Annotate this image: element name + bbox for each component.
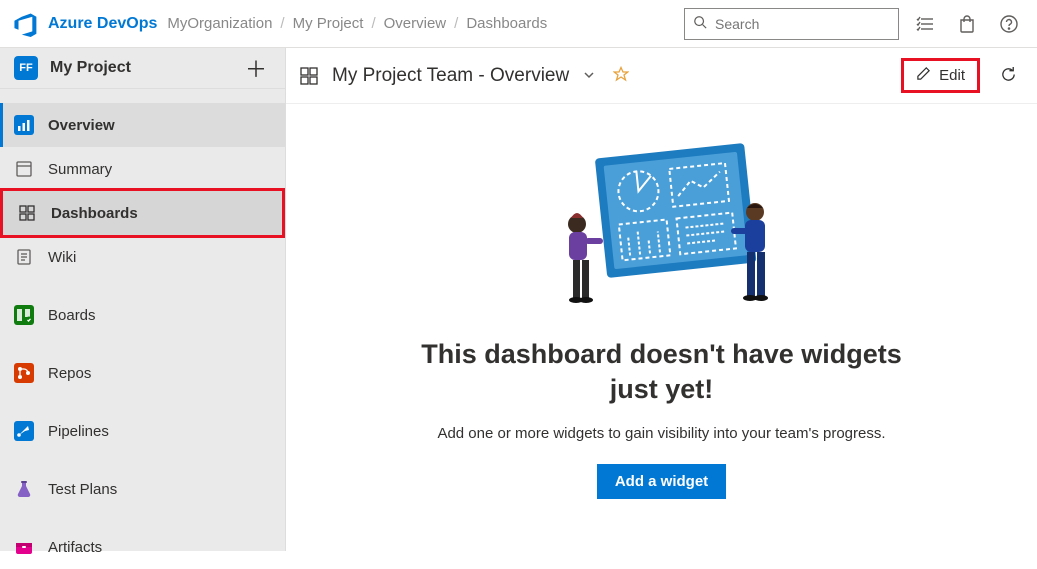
sidebar-item-label: Overview [48,117,115,134]
sidebar-item-pipelines[interactable]: Pipelines [0,409,285,453]
add-icon[interactable]: ＋ [241,48,271,88]
sidebar-item-overview[interactable]: Overview [0,103,285,147]
breadcrumb-overview[interactable]: Overview [384,15,447,32]
empty-heading: This dashboard doesn't have widgets just… [402,337,922,407]
sidebar-item-repos[interactable]: Repos [0,351,285,395]
breadcrumb-project[interactable]: My Project [293,15,364,32]
overview-icon [14,115,34,135]
empty-subtext: Add one or more widgets to gain visibili… [437,425,885,442]
dashboard-grid-icon [296,66,322,86]
sidebar-item-artifacts[interactable]: Artifacts [0,525,285,569]
sidebar-nav: Overview Summary Dashboards [0,89,285,569]
add-widget-button[interactable]: Add a widget [597,464,726,499]
edit-button[interactable]: Edit [901,58,980,93]
breadcrumb-sep: / [371,15,375,32]
sidebar-item-wiki[interactable]: Wiki [0,235,285,279]
dashboards-icon [17,203,37,223]
sidebar-item-dashboards[interactable]: Dashboards [3,191,282,235]
pipelines-icon [14,421,34,441]
highlight-dashboards: Dashboards [0,188,285,238]
wiki-icon [14,247,34,267]
sidebar-item-testplans[interactable]: Test Plans [0,467,285,511]
project-title: My Project [50,59,229,77]
help-icon[interactable] [993,8,1025,40]
empty-illustration [547,134,777,317]
sidebar-item-label: Repos [48,365,91,382]
sidebar-item-label: Artifacts [48,539,102,556]
settings-list-icon[interactable] [909,8,941,40]
search-box[interactable] [684,8,899,40]
search-input[interactable] [715,16,896,32]
repos-icon [14,363,34,383]
sidebar-item-label: Test Plans [48,481,117,498]
breadcrumb: MyOrganization / My Project / Overview /… [167,15,547,32]
sidebar-item-label: Summary [48,161,112,178]
empty-state: This dashboard doesn't have widgets just… [286,104,1037,551]
breadcrumb-dashboards[interactable]: Dashboards [466,15,547,32]
sidebar-item-label: Boards [48,307,96,324]
breadcrumb-sep: / [280,15,284,32]
sidebar-item-label: Wiki [48,249,76,266]
artifacts-icon [14,537,34,557]
sidebar-item-summary[interactable]: Summary [0,147,285,191]
breadcrumb-org[interactable]: MyOrganization [167,15,272,32]
test-plans-icon [14,479,34,499]
breadcrumb-sep: / [454,15,458,32]
brand-name[interactable]: Azure DevOps [48,15,157,33]
pencil-icon [916,66,931,85]
sidebar-item-label: Dashboards [51,205,138,222]
dashboard-header: My Project Team - Overview Edit [286,48,1037,104]
project-switcher[interactable]: FF My Project ＋ [0,48,285,89]
dashboard-title: My Project Team - Overview [332,65,569,87]
sidebar: FF My Project ＋ Overview Summary [0,48,286,551]
dashboard-picker-chevron-icon[interactable] [579,64,599,88]
summary-icon [14,159,34,179]
main-panel: My Project Team - Overview Edit [286,48,1037,551]
azure-devops-logo[interactable] [12,11,38,37]
favorite-star-icon[interactable] [609,62,633,89]
boards-icon [14,305,34,325]
shopping-bag-icon[interactable] [951,8,983,40]
sidebar-item-label: Pipelines [48,423,109,440]
refresh-icon[interactable] [1000,66,1017,86]
search-icon [693,15,707,32]
edit-label: Edit [939,67,965,84]
sidebar-item-boards[interactable]: Boards [0,293,285,337]
project-badge: FF [14,56,38,80]
global-header: Azure DevOps MyOrganization / My Project… [0,0,1037,48]
